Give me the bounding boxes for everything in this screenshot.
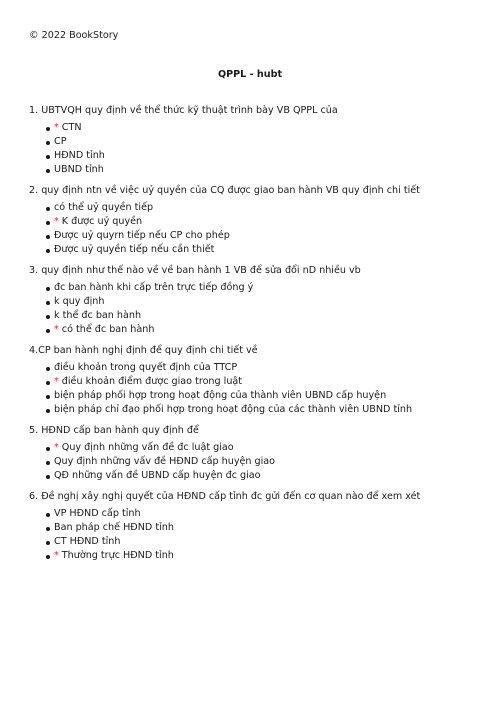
answer-item: UBND tỉnh [46, 163, 479, 177]
answer-item-correct: * điều khoản điểm được giao trong luật [46, 375, 479, 389]
question-text: 4.CP ban hành nghị định để quy định chi … [29, 345, 258, 356]
answer-text: HĐND tỉnh [54, 150, 105, 161]
answer-text: có thể đc ban hành [61, 324, 155, 335]
question-text: 5. HĐND cấp ban hành quy định để [29, 425, 199, 436]
answer-item-correct: * có thể đc ban hành [46, 323, 479, 337]
correct-answer-marker: * [54, 442, 59, 453]
answer-text: Ban pháp chế HĐND tỉnh [54, 522, 174, 533]
answer-text: VP HĐND cấp tỉnh [54, 508, 141, 519]
answer-item: Được uỷ quyrn tiếp nếu CP cho phép [46, 229, 479, 243]
question-text: 1. UBTVQH quy định về thể thức kỹ thuật … [29, 105, 338, 116]
answer-text: K được uỷ quyền [61, 216, 143, 227]
question-text: 6. Đề nghị xây nghị quyết của HĐND cấp t… [29, 491, 421, 502]
answer-item-correct: * K được uỷ quyền [46, 215, 479, 229]
answer-text: CTN [61, 122, 82, 133]
answer-item: Quy định những vấv đề HĐND cấp huyện gia… [46, 455, 479, 469]
answer-item: k thể đc ban hành [46, 309, 479, 323]
question-block: 6. Đề nghị xây nghị quyết của HĐND cấp t… [29, 490, 479, 563]
question-block: 5. HĐND cấp ban hành quy định để * Quy địn… [29, 424, 479, 483]
answer-text: Được uỷ quyền tiếp nếu cần thiết [54, 244, 215, 255]
answer-list: * CTN CP HĐND tỉnh UBND tỉnh [29, 121, 479, 177]
answer-item: biện pháp phối hợp trong hoạt động của t… [46, 389, 479, 403]
answer-item: điều khoản trong quyết định của TTCP [46, 361, 479, 375]
question-block: 4.CP ban hành nghị định để quy định chi … [29, 344, 479, 417]
document-page: © 2022 BookStory QPPL - hubt 1. UBTVQH q… [0, 0, 500, 707]
answer-item: CT HĐND tỉnh [46, 535, 479, 549]
answer-text: điều khoản điểm được giao trong luật [61, 376, 243, 387]
answer-item: QĐ những vấn đề UBND cấp huyện đc giao [46, 469, 479, 483]
answer-text: đc ban hành khi cấp trên trực tiếp đồng … [54, 282, 254, 293]
question-text: 2. quy định ntn về việc uỷ quyền của CQ … [29, 185, 420, 196]
question-list: 1. UBTVQH quy định về thể thức kỹ thuật … [29, 104, 479, 570]
answer-list: có thể uỷ quyền tiếp * K được uỷ quyền Được… [29, 201, 479, 257]
answer-list: đc ban hành khi cấp trên trực tiếp đồng … [29, 281, 479, 337]
copyright-notice: © 2022 BookStory [29, 30, 119, 41]
answer-text: k thể đc ban hành [54, 310, 142, 321]
answer-item-correct: * Thường trực HĐND tỉnh [46, 549, 479, 563]
answer-text: có thể uỷ quyền tiếp [54, 202, 154, 213]
correct-answer-marker: * [54, 216, 59, 227]
answer-text: CP [54, 136, 67, 147]
answer-item: Được uỷ quyền tiếp nếu cần thiết [46, 243, 479, 257]
answer-text: k quy định [54, 296, 105, 307]
answer-text: Thường trực HĐND tỉnh [61, 550, 174, 561]
question-text: 3. quy định như thế nào về về ban hành 1… [29, 265, 361, 276]
answer-item: Ban pháp chế HĐND tỉnh [46, 521, 479, 535]
answer-text: Quy định những vấn đề đc luật giao [61, 442, 234, 453]
correct-answer-marker: * [54, 550, 59, 561]
question-block: 1. UBTVQH quy định về thể thức kỹ thuật … [29, 104, 479, 177]
answer-list: * Quy định những vấn đề đc luật giao Quy đ… [29, 441, 479, 483]
answer-list: điều khoản trong quyết định của TTCP * điề… [29, 361, 479, 417]
answer-item: đc ban hành khi cấp trên trực tiếp đồng … [46, 281, 479, 295]
answer-text: UBND tỉnh [54, 164, 104, 175]
answer-text: biện pháp phối hợp trong hoạt động của t… [54, 390, 387, 401]
correct-answer-marker: * [54, 324, 59, 335]
answer-text: Được uỷ quyrn tiếp nếu CP cho phép [54, 230, 230, 241]
answer-item-correct: * Quy định những vấn đề đc luật giao [46, 441, 479, 455]
answer-text: biện pháp chỉ đạo phối hợp trong hoạt độ… [54, 404, 413, 415]
correct-answer-marker: * [54, 122, 59, 133]
answer-item: CP [46, 135, 479, 149]
answer-text: QĐ những vấn đề UBND cấp huyện đc giao [54, 470, 261, 481]
answer-item-correct: * CTN [46, 121, 479, 135]
answer-item: k quy định [46, 295, 479, 309]
question-block: 3. quy định như thế nào về về ban hành 1… [29, 264, 479, 337]
answer-item: HĐND tỉnh [46, 149, 479, 163]
answer-item: VP HĐND cấp tỉnh [46, 507, 479, 521]
correct-answer-marker: * [54, 376, 59, 387]
answer-text: CT HĐND tỉnh [54, 536, 121, 547]
answer-text: điều khoản trong quyết định của TTCP [54, 362, 238, 373]
answer-item: biện pháp chỉ đạo phối hợp trong hoạt độ… [46, 403, 479, 417]
question-block: 2. quy định ntn về việc uỷ quyền của CQ … [29, 184, 479, 257]
document-title: QPPL - hubt [217, 69, 283, 80]
answer-item: có thể uỷ quyền tiếp [46, 201, 479, 215]
answer-list: VP HĐND cấp tỉnh Ban pháp chế HĐND tỉnh CT… [29, 507, 479, 563]
answer-text: Quy định những vấv đề HĐND cấp huyện gia… [54, 456, 276, 467]
